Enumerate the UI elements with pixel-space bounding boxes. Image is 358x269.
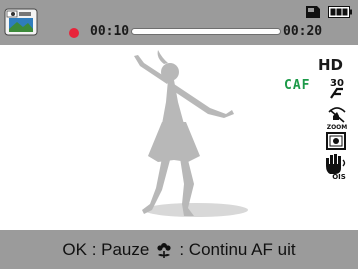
ois-icon: OIS [326, 154, 346, 180]
bottom-hint-bar: OK : Pauze : Continu AF uit [0, 230, 358, 269]
total-time: 00:20 [283, 24, 323, 39]
recording-progress-bar [132, 29, 280, 34]
video-mode-icon [4, 8, 38, 36]
top-status-bar: 00:10 00:20 [0, 0, 358, 45]
continuous-af-hint: : Continu AF uit [179, 239, 296, 259]
focus-mode-indicator: CAF [284, 78, 311, 93]
preview-silhouette [134, 50, 248, 217]
recording-indicator [69, 28, 79, 38]
resolution-indicator: HD [318, 56, 344, 74]
macro-flower-icon [157, 242, 171, 258]
ok-pause-hint: OK : Pauze [62, 239, 150, 259]
metering-icon [326, 132, 346, 150]
zoom-sound-off-icon: ZOOM [327, 107, 348, 130]
30fps-icon: 30 [330, 78, 344, 99]
svg-text:ZOOM: ZOOM [327, 124, 348, 130]
svg-text:30: 30 [330, 78, 344, 89]
elapsed-time: 00:10 [90, 24, 130, 39]
battery-full-icon [328, 6, 352, 18]
svg-text:OIS: OIS [332, 173, 346, 180]
memory-card-icon [306, 6, 320, 18]
